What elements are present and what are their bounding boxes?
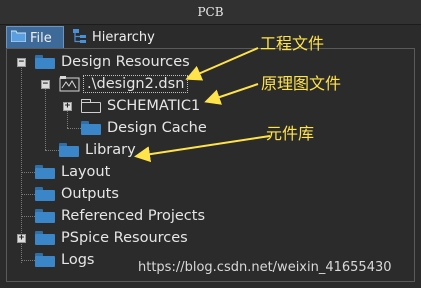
annotation-arrows	[134, 47, 271, 163]
annotation-arrow-project-file	[185, 47, 259, 81]
annotation-schematic-file: 原理图文件	[261, 74, 342, 93]
annotation-project-file: 工程文件	[260, 34, 325, 53]
annotation-arrow-library	[134, 135, 271, 163]
watermark-url: https://blog.csdn.net/weixin_41655430	[138, 260, 392, 275]
annotation-component-library: 元件库	[266, 124, 315, 143]
annotation-arrow-schematic-file	[204, 83, 259, 105]
